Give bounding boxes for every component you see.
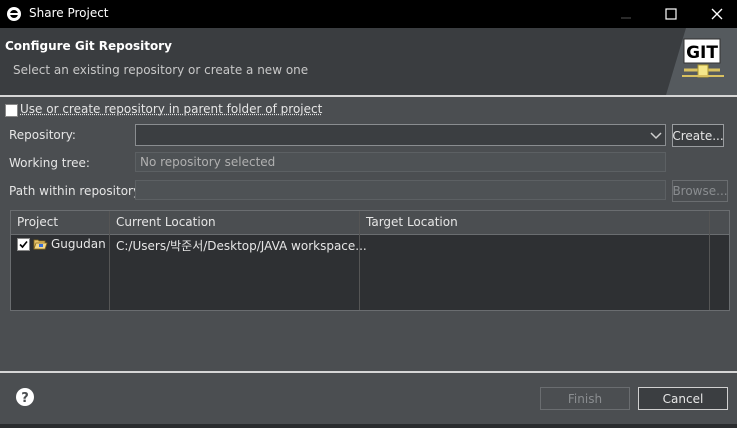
- table-header: Project Current Location Target Location: [11, 211, 729, 235]
- bottom-edge: [0, 424, 737, 428]
- column-header-target-location[interactable]: Target Location: [366, 215, 458, 229]
- path-within-repository-field[interactable]: [135, 180, 666, 200]
- working-tree-label: Working tree:: [9, 156, 90, 170]
- banner-divider: [0, 95, 737, 97]
- browse-button[interactable]: Browse...: [672, 180, 728, 202]
- wizard-banner: Configure Git Repository Select an exist…: [0, 28, 737, 95]
- column-header-current-location[interactable]: Current Location: [116, 215, 216, 229]
- help-icon[interactable]: ?: [15, 387, 35, 407]
- column-header-project[interactable]: Project: [17, 215, 58, 229]
- title-bar: Share Project: [0, 0, 737, 28]
- maximize-button[interactable]: [648, 0, 694, 28]
- banner-title: Configure Git Repository: [5, 39, 172, 53]
- column-divider: [109, 211, 110, 310]
- minimize-icon: [620, 8, 632, 20]
- repository-combo[interactable]: [135, 124, 666, 146]
- eclipse-app-icon: [6, 6, 22, 22]
- use-parent-folder-label[interactable]: Use or create repository in parent folde…: [20, 102, 322, 116]
- window-title: Share Project: [29, 6, 109, 20]
- repository-label: Repository:: [9, 128, 76, 142]
- project-checkbox-checked-icon[interactable]: [17, 238, 30, 251]
- create-repository-button[interactable]: Create...: [672, 124, 724, 147]
- git-logo-icon: GIT: [666, 28, 737, 95]
- maximize-icon: [665, 8, 677, 20]
- close-icon: [711, 8, 723, 20]
- column-divider: [709, 211, 710, 310]
- column-divider: [359, 211, 360, 310]
- path-within-repository-label: Path within repository:: [9, 184, 143, 198]
- svg-text:?: ?: [21, 391, 29, 406]
- banner-subtitle: Select an existing repository or create …: [13, 63, 308, 77]
- use-parent-folder-checkbox[interactable]: [5, 104, 18, 117]
- finish-button[interactable]: Finish: [540, 387, 630, 410]
- project-name-cell: Gugudan: [51, 237, 106, 251]
- project-table[interactable]: Project Current Location Target Location…: [10, 210, 730, 311]
- close-window-button[interactable]: [694, 0, 737, 28]
- footer-divider: [0, 371, 737, 373]
- minimize-button[interactable]: [603, 0, 649, 28]
- svg-text:GIT: GIT: [686, 43, 718, 63]
- current-location-cell: C:/Users/박준서/Desktop/JAVA workspace...: [116, 237, 367, 254]
- cancel-button[interactable]: Cancel: [638, 387, 728, 410]
- project-folder-icon: [33, 238, 48, 250]
- working-tree-field: No repository selected: [135, 152, 666, 172]
- chevron-down-icon[interactable]: [649, 127, 663, 143]
